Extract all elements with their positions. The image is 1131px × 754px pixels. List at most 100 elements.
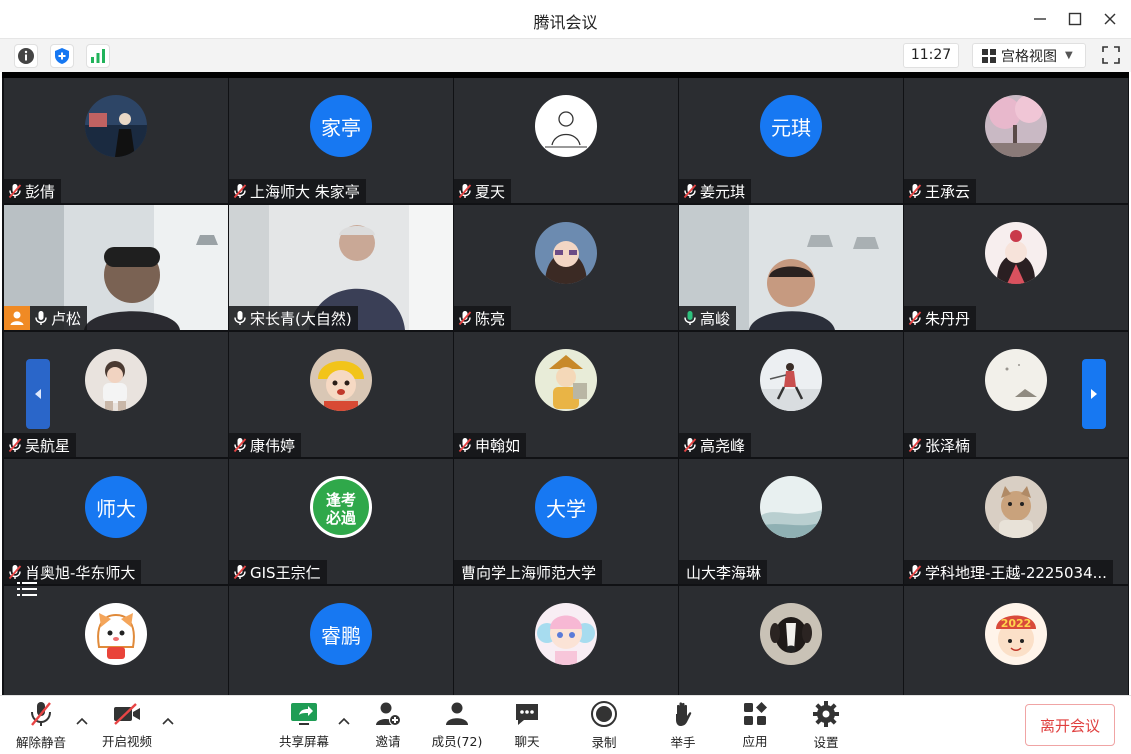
record-label: 录制: [591, 735, 617, 750]
settings-button[interactable]: 设置: [794, 700, 858, 750]
video-off-icon: [114, 702, 140, 725]
video-grid: 彭倩 家亭 上海师大 朱家亭 夏天 元琪 姜元琪 王承云 卢松 宋长青(大自然)…: [2, 72, 1129, 695]
participant-tile[interactable]: 元琪 姜元琪: [679, 78, 903, 203]
participant-name: 曹向学上海师范大学: [461, 563, 597, 582]
participant-tile[interactable]: 逢考 必過 GIS王宗仁: [229, 459, 453, 584]
participant-tile[interactable]: 家亭 上海师大 朱家亭: [229, 78, 453, 203]
participant-list-toggle[interactable]: [10, 574, 44, 604]
participant-tile[interactable]: 学科地理-王越-2225034...: [904, 459, 1128, 584]
avatar: [535, 95, 597, 157]
share-screen-button[interactable]: 共享屏幕: [272, 700, 336, 750]
name-tag: 高尧峰: [679, 433, 752, 457]
avatar: [760, 603, 822, 665]
mic-muted-icon: [908, 311, 922, 326]
shield-icon: [55, 48, 69, 64]
network-status-button[interactable]: [86, 44, 110, 68]
participant-tile[interactable]: [679, 586, 903, 695]
participant-tile[interactable]: 山大李海琳: [679, 459, 903, 584]
invite-button[interactable]: 邀请: [356, 700, 420, 750]
avatar: 睿鹏: [310, 603, 372, 665]
chat-icon: [516, 703, 538, 725]
mic-muted-icon: [908, 565, 922, 580]
participant-name: 高峻: [700, 309, 731, 328]
fullscreen-button[interactable]: [1100, 44, 1122, 66]
participant-name: 康伟婷: [250, 436, 296, 455]
leave-meeting-button[interactable]: 离开会议: [1025, 704, 1115, 746]
sticker-line-1: 逢考: [326, 491, 356, 509]
record-button[interactable]: 录制: [572, 700, 636, 750]
participant-tile[interactable]: 大学 曹向学上海师范大学: [454, 459, 678, 584]
mic-muted-icon: [458, 311, 472, 326]
name-tag: 曹向学上海师范大学: [454, 560, 603, 584]
close-button[interactable]: [1096, 6, 1124, 32]
members-button[interactable]: 成员(72): [425, 700, 489, 750]
participant-tile[interactable]: 高尧峰: [679, 332, 903, 457]
apps-icon: [744, 701, 767, 725]
chevron-up-icon: [338, 717, 350, 725]
meeting-info-button[interactable]: [14, 44, 38, 68]
participant-tile[interactable]: 2022: [904, 586, 1128, 695]
maximize-button[interactable]: [1061, 6, 1089, 32]
participant-video-tile[interactable]: 卢松: [4, 205, 228, 330]
mic-muted-icon: [8, 184, 22, 199]
participant-name: 彭倩: [25, 182, 56, 201]
participant-tile[interactable]: [454, 586, 678, 695]
name-tag: 陈亮: [454, 306, 512, 330]
participant-name: 吴航星: [25, 436, 71, 455]
participant-tile[interactable]: 康伟婷: [229, 332, 453, 457]
mic-muted-icon: [8, 438, 22, 453]
next-page-button[interactable]: [1082, 359, 1106, 429]
participant-tile[interactable]: 夏天: [454, 78, 678, 203]
participant-tile[interactable]: 申翰如: [454, 332, 678, 457]
audio-options-chevron[interactable]: [75, 714, 89, 728]
chat-label: 聊天: [514, 734, 540, 749]
unmute-button[interactable]: 解除静音: [9, 700, 73, 750]
raise-hand-button[interactable]: 举手: [651, 700, 715, 750]
view-selector[interactable]: 宫格视图 ▼: [972, 43, 1086, 68]
video-options-chevron[interactable]: [161, 714, 175, 728]
avatar: [535, 603, 597, 665]
name-tag: 学科地理-王越-2225034...: [904, 560, 1113, 584]
participant-video-tile[interactable]: 高峻: [679, 205, 903, 330]
name-tag: 宋长青(大自然): [229, 306, 358, 330]
name-tag: 卢松: [30, 306, 88, 330]
avatar: [310, 349, 372, 411]
chevron-left-icon: [35, 389, 41, 399]
mic-icon: [35, 311, 47, 325]
participant-tile[interactable]: 师大 肖奥旭-华东师大: [4, 459, 228, 584]
previous-page-button[interactable]: [26, 359, 50, 429]
avatar: [760, 476, 822, 538]
participant-tile[interactable]: 朱丹丹: [904, 205, 1128, 330]
year-badge-text: 2022: [1001, 617, 1032, 630]
info-bar: 11:27 宫格视图 ▼: [0, 38, 1131, 72]
share-options-chevron[interactable]: [337, 714, 351, 728]
participant-tile[interactable]: 陈亮: [454, 205, 678, 330]
participant-name: 高尧峰: [700, 436, 746, 455]
members-icon: [446, 702, 468, 725]
participant-tile[interactable]: 睿鹏: [229, 586, 453, 695]
settings-label: 设置: [813, 735, 839, 750]
name-tag: 上海师大 朱家亭: [229, 179, 366, 203]
participant-name: 夏天: [475, 182, 506, 201]
apps-button[interactable]: 应用: [723, 700, 787, 750]
mic-muted-icon: [683, 438, 697, 453]
participant-tile[interactable]: 王承云: [904, 78, 1128, 203]
mic-muted-icon: [458, 438, 472, 453]
gear-icon: [813, 701, 839, 727]
avatar: [985, 222, 1047, 284]
minimize-button[interactable]: [1026, 6, 1054, 32]
chat-button[interactable]: 聊天: [495, 700, 559, 750]
name-tag: 吴航星: [4, 433, 77, 457]
sticker-line-2: 必過: [325, 509, 357, 527]
security-button[interactable]: [50, 44, 74, 68]
participant-name: 宋长青(大自然): [250, 309, 352, 328]
host-user-icon: [10, 311, 24, 325]
avatar: [535, 222, 597, 284]
participant-video-tile[interactable]: 宋长青(大自然): [229, 205, 453, 330]
host-badge: [4, 306, 30, 330]
unmute-label: 解除静音: [15, 735, 66, 750]
participant-name: 朱丹丹: [925, 309, 971, 328]
start-video-button[interactable]: 开启视频: [95, 700, 159, 750]
invite-user-icon: [376, 702, 401, 726]
participant-tile[interactable]: 彭倩: [4, 78, 228, 203]
